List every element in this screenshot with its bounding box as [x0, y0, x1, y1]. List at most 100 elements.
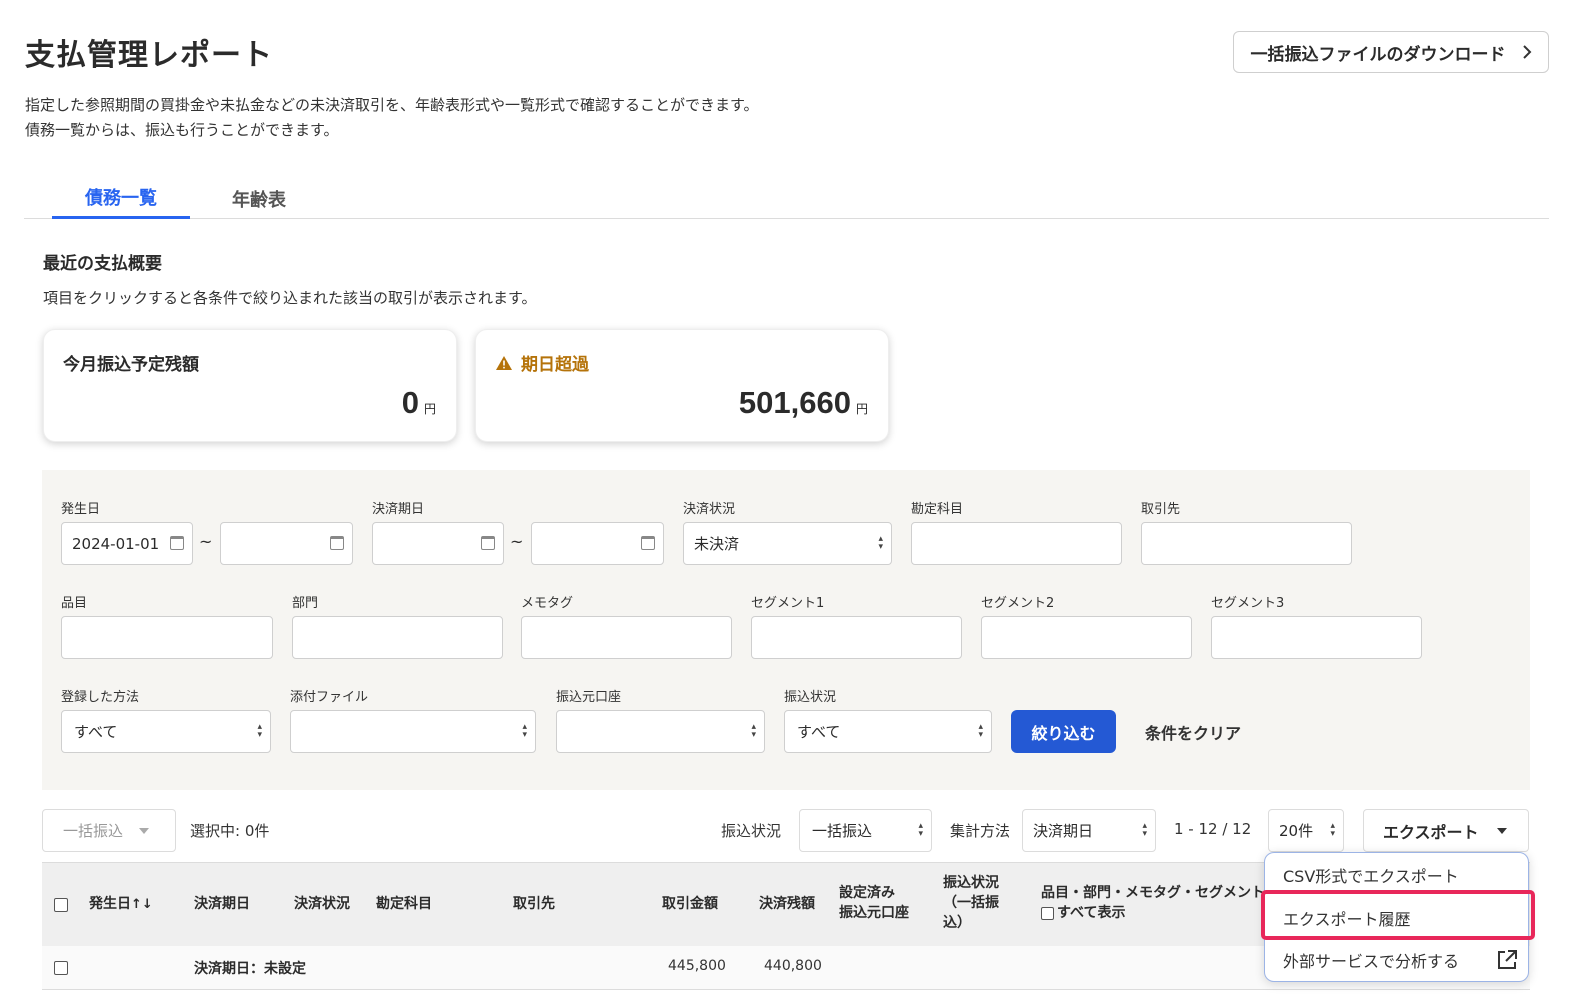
due-date-from-input[interactable]	[372, 522, 504, 565]
th-source-account-l1: 設定済み	[839, 885, 895, 901]
th-issue-date[interactable]: 発生日↑↓	[89, 894, 153, 915]
section-input[interactable]	[292, 616, 503, 659]
tab-debt-list[interactable]: 債務一覧	[52, 178, 190, 219]
description-line-2: 債務一覧からは、振込も行うことができます。	[25, 121, 339, 139]
th-tags-label: 品目・部門・メモタグ・セグメント	[1041, 885, 1263, 901]
th-amount[interactable]: 取引金額	[662, 894, 718, 914]
card-unit: 円	[423, 402, 436, 416]
highlight-box	[1261, 890, 1535, 940]
aggregation-select-value: 決済期日	[1033, 822, 1094, 840]
th-partner[interactable]: 取引先	[513, 894, 555, 914]
account-label: 勘定科目	[911, 502, 964, 517]
bulk-transfer-download-button[interactable]: 一括振込ファイルのダウンロード	[1233, 31, 1549, 73]
select-arrows-icon: ▴ ▾	[522, 722, 527, 740]
card-title-wrap: 期日超過	[495, 350, 589, 375]
card-overdue[interactable]: 期日超過 501,660 円	[475, 329, 889, 442]
select-all-checkbox[interactable]	[54, 898, 68, 912]
show-all-checkbox[interactable]	[1041, 906, 1054, 920]
source-account-select[interactable]: ▴ ▾	[556, 710, 765, 753]
row-checkbox[interactable]	[54, 961, 68, 975]
description-line-1: 指定した参照期間の買掛金や未払金などの未決済取引を、年齢表形式や一覧形式で確認す…	[25, 96, 759, 114]
segment2-input[interactable]	[981, 616, 1192, 659]
th-due-date[interactable]: 決済期日	[194, 894, 250, 914]
issue-date-from-input[interactable]: 2024-01-01	[61, 522, 193, 565]
th-account[interactable]: 勘定科目	[376, 894, 432, 914]
select-arrows-icon: ▴ ▾	[878, 534, 883, 552]
download-button-label: 一括振込ファイルのダウンロード	[1250, 44, 1506, 65]
memo-tag-input[interactable]	[521, 616, 732, 659]
segment1-input[interactable]	[751, 616, 962, 659]
aggregation-select[interactable]: 決済期日 ▴ ▾	[1022, 809, 1156, 852]
th-status[interactable]: 決済状況	[294, 894, 350, 914]
card-scheduled-transfer[interactable]: 今月振込予定残額 0 円	[43, 329, 457, 442]
th-issue-date-label: 発生日	[89, 896, 131, 912]
menu-item-external-analysis[interactable]: 外部サービスで分析する	[1283, 948, 1518, 972]
card-amount: 501,660	[738, 385, 851, 420]
toolbar-transfer-status-label: 振込状況	[721, 822, 782, 840]
partner-input[interactable]	[1141, 522, 1352, 565]
calendar-icon[interactable]	[481, 536, 495, 550]
segment2-label: セグメント2	[981, 596, 1055, 611]
external-analysis-label: 外部サービスで分析する	[1283, 952, 1460, 971]
due-date-label: 決済期日	[372, 502, 425, 517]
account-input[interactable]	[911, 522, 1122, 565]
show-all-toggle[interactable]: すべて表示	[1041, 903, 1263, 923]
caret-down-icon	[1496, 827, 1507, 834]
segment3-label: セグメント3	[1211, 596, 1285, 611]
th-source-account-l2: 振込元口座	[839, 905, 909, 921]
issue-date-from-value: 2024-01-01	[72, 534, 160, 553]
section-label: 部門	[292, 596, 319, 611]
summary-title: 最近の支払概要	[43, 254, 162, 274]
card-title: 今月振込予定残額	[63, 355, 199, 375]
filter-panel: 発生日 2024-01-01 ~ 決済期日 ~ 決済状況 未決済 ▴ ▾ 勘定科目…	[42, 470, 1530, 790]
select-arrows-icon: ▴ ▾	[978, 722, 983, 740]
status-select[interactable]: 未決済 ▴ ▾	[683, 522, 892, 565]
issue-date-label: 発生日	[61, 502, 101, 517]
transfer-status-label: 振込状況	[784, 690, 837, 705]
export-button-label: エクスポート	[1383, 822, 1479, 842]
card-value: 501,660 円	[739, 385, 868, 421]
apply-filter-button[interactable]: 絞り込む	[1011, 710, 1116, 753]
memo-tag-label: メモタグ	[521, 596, 574, 611]
tab-aging[interactable]: 年齢表	[190, 178, 328, 219]
bulk-transfer-button[interactable]: 一括振込	[42, 809, 176, 852]
calendar-icon[interactable]	[641, 536, 655, 550]
th-transfer-status-l3: 込）	[943, 915, 971, 931]
method-select[interactable]: すべて ▴ ▾	[61, 710, 271, 753]
attachment-select[interactable]: ▴ ▾	[290, 710, 536, 753]
source-account-label: 振込元口座	[556, 690, 622, 705]
segment3-input[interactable]	[1211, 616, 1422, 659]
clear-filter-button[interactable]: 条件をクリア	[1145, 720, 1241, 744]
th-tags: 品目・部門・メモタグ・セグメント すべて表示	[1041, 883, 1263, 923]
pagination-info: 1 - 12 / 12	[1174, 820, 1252, 838]
calendar-icon[interactable]	[330, 536, 344, 550]
transfer-status-select[interactable]: すべて ▴ ▾	[784, 710, 992, 753]
method-label: 登録した方法	[61, 690, 140, 705]
export-button[interactable]: エクスポート	[1363, 809, 1529, 852]
due-date-to-input[interactable]	[531, 522, 664, 565]
show-all-label: すべて表示	[1057, 905, 1126, 921]
th-source-account: 設定済み 振込元口座	[839, 883, 909, 923]
item-input[interactable]	[61, 616, 273, 659]
calendar-icon[interactable]	[170, 536, 184, 550]
group-balance: 440,800	[764, 958, 822, 974]
bulk-transfer-label: 一括振込	[63, 822, 124, 840]
page-title: 支払管理レポート	[25, 38, 273, 73]
range-separator: ~	[199, 532, 213, 551]
sort-icon[interactable]: ↑↓	[131, 897, 153, 912]
th-balance[interactable]: 決済残額	[759, 894, 815, 914]
caret-down-icon	[139, 827, 150, 834]
menu-item-csv-export[interactable]: CSV形式でエクスポート	[1283, 863, 1459, 887]
card-title: 期日超過	[521, 355, 589, 375]
select-arrows-icon: ▴ ▾	[257, 722, 262, 740]
status-select-value: 未決済	[694, 535, 740, 553]
range-separator: ~	[510, 532, 524, 551]
aggregation-label: 集計方法	[950, 822, 1011, 840]
th-transfer-status-l2: （一括振	[943, 895, 999, 911]
issue-date-to-input[interactable]	[220, 522, 353, 565]
toolbar-transfer-status-select[interactable]: 一括振込 ▴ ▾	[799, 809, 932, 852]
segment1-label: セグメント1	[751, 596, 825, 611]
per-page-select[interactable]: 20件 ▴ ▾	[1268, 809, 1344, 852]
tab-bar: 債務一覧 年齢表	[24, 178, 1549, 219]
card-amount: 0	[401, 385, 419, 420]
